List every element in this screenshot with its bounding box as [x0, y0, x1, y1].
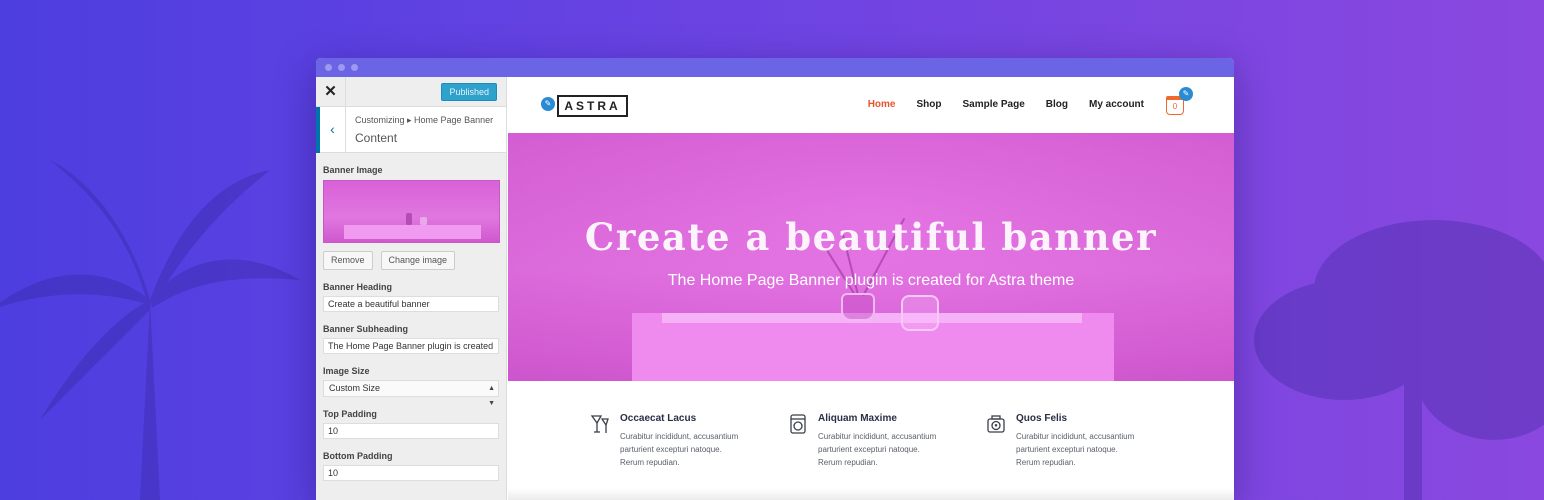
window-close-dot[interactable]: [325, 64, 332, 71]
image-size-label: Image Size: [323, 366, 370, 376]
hero-subtitle: The Home Page Banner plugin is created f…: [667, 272, 1075, 289]
banner-heading-input[interactable]: Create a beautiful banner: [323, 296, 499, 312]
hero-table-shape: [632, 313, 1114, 381]
top-padding-input[interactable]: 10: [323, 423, 499, 439]
banner-image-label: Banner Image: [323, 165, 383, 175]
window-titlebar: [316, 58, 1234, 77]
hero-jar-shape: [901, 295, 939, 331]
palm-tree-silhouette: [0, 160, 300, 500]
nav-item-my-account[interactable]: My account: [1089, 99, 1144, 110]
edit-logo-pencil-icon[interactable]: ✎: [541, 97, 555, 111]
window-minimize-dot[interactable]: [338, 64, 345, 71]
bottom-fade: [508, 488, 1234, 500]
nav-item-blog[interactable]: Blog: [1046, 99, 1068, 110]
nav-item-sample-page[interactable]: Sample Page: [963, 99, 1025, 110]
banner-subheading-label: Banner Subheading: [323, 324, 409, 334]
hero-title: Create a beautiful banner: [584, 215, 1158, 259]
washing-machine-icon: [790, 414, 806, 434]
section-header: ‹ Customizing ▸ Home Page Banner Content: [316, 107, 506, 153]
site-preview: ✎ ASTRA Home Shop Sample Page Blog My ac…: [508, 77, 1234, 500]
change-image-button[interactable]: Change image: [380, 251, 456, 270]
edit-cart-pencil-icon[interactable]: ✎: [1179, 87, 1193, 101]
breadcrumb: Customizing ▸ Home Page Banner: [355, 115, 494, 125]
site-header: ✎ ASTRA Home Shop Sample Page Blog My ac…: [508, 77, 1234, 133]
hero-banner: Create a beautiful banner The Home Page …: [508, 133, 1234, 381]
cocktail-icon: [590, 415, 609, 433]
thumb-vase-shape: [406, 213, 412, 225]
primary-nav: Home Shop Sample Page Blog My account: [868, 99, 1144, 110]
browser-window: ✕ Published ‹ Customizing ▸ Home Page Ba…: [316, 58, 1234, 500]
features-row: Occaecat Lacus Curabitur incididunt, acc…: [588, 413, 1142, 469]
image-size-value: Custom Size: [329, 383, 381, 393]
tree-silhouette: [1254, 220, 1544, 500]
bottom-padding-label: Bottom Padding: [323, 451, 393, 461]
feature-title: Aliquam Maxime: [818, 413, 897, 424]
banner-subheading-input[interactable]: The Home Page Banner plugin is created: [323, 338, 499, 354]
feature-text: Curabitur incididunt, accusantium partur…: [818, 432, 937, 467]
back-arrow-icon[interactable]: ‹: [316, 107, 346, 153]
feature-item: Aliquam Maxime Curabitur incididunt, acc…: [786, 413, 944, 469]
feature-title: Quos Felis: [1016, 413, 1068, 424]
thumb-jar-shape: [420, 217, 427, 225]
remove-image-button[interactable]: Remove: [323, 251, 373, 270]
close-icon[interactable]: ✕: [316, 77, 346, 107]
published-button[interactable]: Published: [441, 83, 497, 101]
feature-title: Occaecat Lacus: [620, 413, 697, 424]
feature-item: Occaecat Lacus Curabitur incididunt, acc…: [588, 413, 746, 469]
bottom-padding-input[interactable]: 10: [323, 465, 499, 481]
section-title: Content: [355, 131, 398, 145]
window-maximize-dot[interactable]: [351, 64, 358, 71]
thumb-table-shape: [344, 225, 481, 239]
camera-heart-icon: [987, 415, 1005, 433]
image-size-select[interactable]: Custom Size ▲ ▼: [323, 380, 499, 407]
feature-item: Quos Felis Curabitur incididunt, accusan…: [984, 413, 1142, 469]
banner-heading-label: Banner Heading: [323, 282, 393, 292]
feature-text: Curabitur incididunt, accusantium partur…: [1016, 432, 1135, 467]
customizer-sidebar: ✕ Published ‹ Customizing ▸ Home Page Ba…: [316, 77, 507, 500]
site-logo[interactable]: ASTRA: [557, 95, 628, 117]
hero-vase-shape: [841, 293, 875, 321]
image-buttons: Remove Change image: [323, 251, 499, 270]
select-arrows-icon: ▲ ▼: [488, 385, 495, 407]
cart-count: 0: [1172, 102, 1178, 111]
top-padding-label: Top Padding: [323, 409, 377, 419]
banner-image-thumbnail[interactable]: [323, 180, 500, 243]
customizer-top-bar: ✕ Published: [316, 77, 506, 107]
nav-item-home[interactable]: Home: [868, 99, 896, 110]
nav-item-shop[interactable]: Shop: [917, 99, 942, 110]
feature-text: Curabitur incididunt, accusantium partur…: [620, 432, 739, 467]
customizer-controls: Banner Image Remove Change image Banner …: [316, 165, 506, 481]
